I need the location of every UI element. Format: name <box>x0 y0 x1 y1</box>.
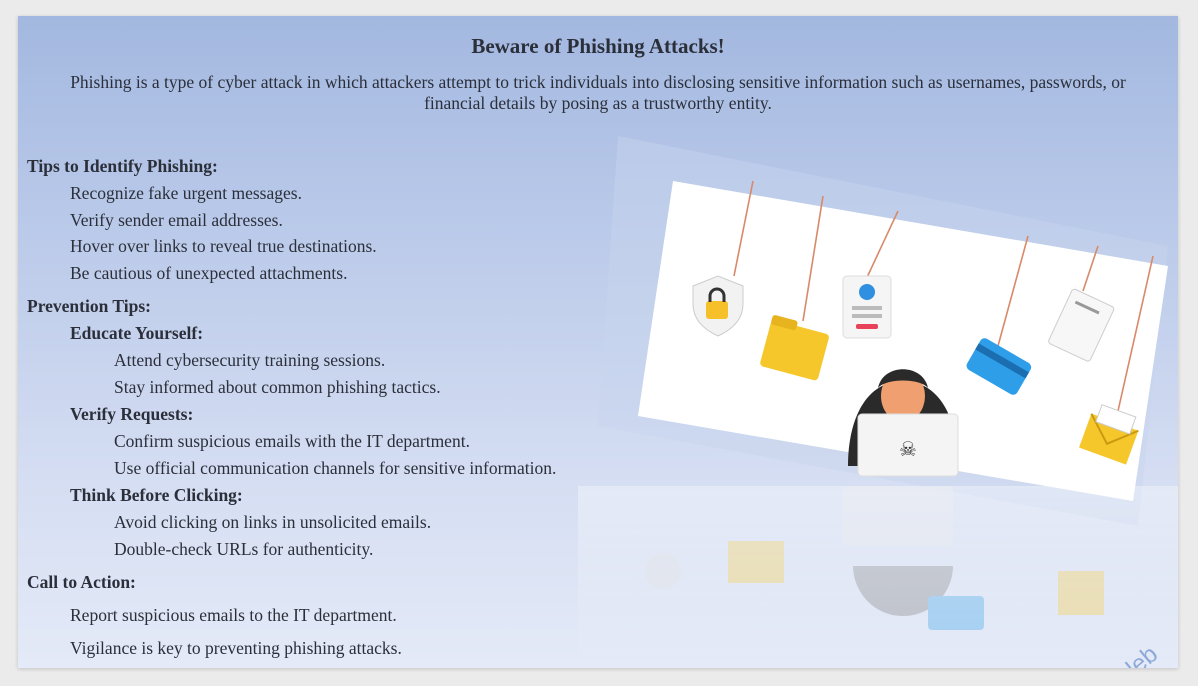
list-item: Hover over links to reveal true destinat… <box>70 236 377 256</box>
list-item: Stay informed about common phishing tact… <box>114 377 441 397</box>
list-item: Double-check URLs for authenticity. <box>114 539 374 559</box>
page-title: Beware of Phishing Attacks! <box>471 34 725 58</box>
list-item: Verify sender email addresses. <box>70 210 283 230</box>
subheading: Verify Requests: <box>70 404 194 424</box>
slide: ☠ Beware of Phishing Attacks! Phishing i… <box>18 16 1178 668</box>
subheading: Educate Yourself: <box>70 323 204 343</box>
login-form-icon <box>842 275 892 339</box>
list-item: Vigilance is key to preventing phishing … <box>70 638 402 658</box>
svg-text:☠: ☠ <box>899 439 917 461</box>
intro-paragraph: Phishing is a type of cyber attack in wh… <box>70 72 1126 113</box>
list-item: Recognize fake urgent messages. <box>70 183 302 203</box>
list-item: Avoid clicking on links in unsolicited e… <box>114 512 432 532</box>
list-item: Report suspicious emails to the IT depar… <box>70 605 397 625</box>
list-item: Attend cybersecurity training sessions. <box>114 350 386 370</box>
list-item: Confirm suspicious emails with the IT de… <box>114 431 470 451</box>
cta-heading: Call to Action: <box>27 572 136 592</box>
identify-heading: Tips to Identify Phishing: <box>27 156 218 176</box>
list-item: Be cautious of unexpected attachments. <box>70 263 348 283</box>
subheading: Think Before Clicking: <box>70 485 243 505</box>
laptop-icon: ☠ <box>857 413 959 477</box>
phishing-illustration: ☠ <box>578 136 1178 666</box>
prevention-heading: Prevention Tips: <box>27 296 151 316</box>
list-item: Use official communication channels for … <box>114 458 557 478</box>
